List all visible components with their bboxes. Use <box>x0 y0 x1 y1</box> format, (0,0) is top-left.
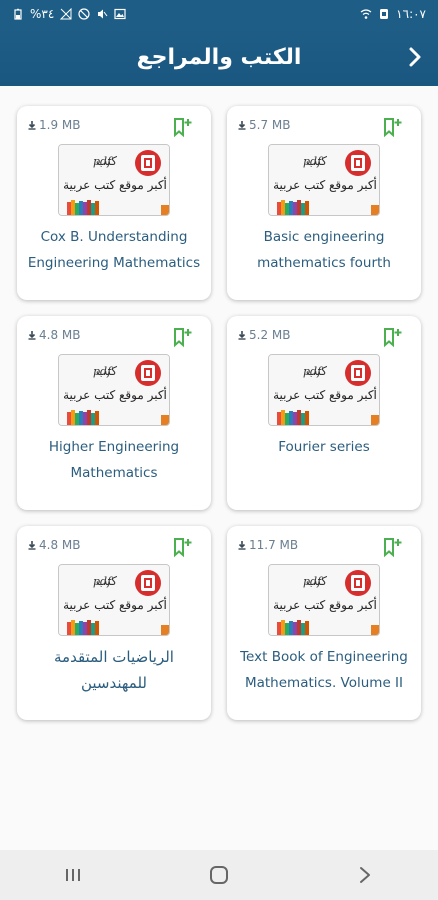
wifi-icon <box>360 9 372 19</box>
battery-percent: %٣٤ <box>30 7 55 21</box>
mute-icon <box>98 9 108 19</box>
status-bar: %٣٤ ١٦:٠٧ <box>0 0 438 28</box>
battery-icon <box>14 8 22 20</box>
download-icon <box>238 541 246 550</box>
book-card[interactable]: 4.8 MB pdf كتب أكبر موقع كتب عربية <box>17 316 211 510</box>
svg-text:أكبر موقع كتب عربية: أكبر موقع كتب عربية <box>63 387 167 402</box>
download-icon <box>28 541 36 550</box>
file-size-label: 1.9 MB <box>39 118 81 132</box>
svg-text:كتب: كتب <box>96 154 117 168</box>
file-size: 11.7 MB <box>237 538 298 552</box>
svg-text:أكبر موقع كتب عربية: أكبر موقع كتب عربية <box>273 387 377 402</box>
kutub-pdf-logo: pdf كتب أكبر موقع كتب عربية <box>269 565 379 635</box>
no-signal-icon <box>60 8 72 20</box>
status-time: ١٦:٠٧ <box>396 7 426 21</box>
home-button[interactable] <box>199 855 239 895</box>
svg-text:كتب: كتب <box>306 364 327 378</box>
book-cover: pdf كتب أكبر موقع كتب عربية <box>58 354 170 426</box>
recent-apps-button[interactable] <box>53 855 93 895</box>
page-title: الكتب والمراجع <box>136 44 302 70</box>
file-size-label: 4.8 MB <box>39 538 81 552</box>
kutub-pdf-logo: pdf كتب أكبر موقع كتب عربية <box>59 355 169 425</box>
app-bar: الكتب والمراجع <box>0 28 438 86</box>
book-card[interactable]: 4.8 MB pdf كتب أكبر موقع كتب عربية <box>17 526 211 720</box>
file-size: 4.8 MB <box>27 328 80 342</box>
download-icon <box>238 331 246 340</box>
book-title: Cox B. Understanding Engineering Mathema… <box>27 229 201 271</box>
system-nav-bar <box>0 850 438 900</box>
file-size-label: 4.8 MB <box>39 328 81 342</box>
bookmark-add-icon[interactable] <box>381 326 403 348</box>
bookmark-add-icon[interactable] <box>381 116 403 138</box>
download-icon <box>238 121 246 130</box>
svg-text:أكبر موقع كتب عربية: أكبر موقع كتب عربية <box>63 597 167 612</box>
chevron-right-icon <box>360 867 370 883</box>
book-title: Text Book of Engineering Mathematics. Vo… <box>240 649 408 691</box>
status-left: %٣٤ <box>12 7 126 21</box>
book-cover: pdf كتب أكبر موقع كتب عربية <box>268 144 380 216</box>
file-size: 4.8 MB <box>27 538 80 552</box>
svg-text:كتب: كتب <box>306 154 327 168</box>
kutub-pdf-logo: pdf كتب أكبر موقع كتب عربية <box>269 355 379 425</box>
book-title: Fourier series <box>278 439 370 455</box>
book-card[interactable]: 5.7 MB pdf كتب أكبر موقع كتب عربية Basic… <box>227 106 421 300</box>
svg-text:كتب: كتب <box>306 574 327 588</box>
svg-text:أكبر موقع كتب عربية: أكبر موقع كتب عربية <box>273 177 377 192</box>
download-icon <box>28 121 36 130</box>
book-title: الرياضيات المتقدمة للمهندسين <box>54 648 174 692</box>
books-grid: 1.9 MB pdf كتب أكبر موقع كتب عربية Cox B… <box>0 86 438 850</box>
svg-text:كتب: كتب <box>96 364 117 378</box>
image-icon <box>114 8 126 20</box>
file-size: 1.9 MB <box>27 118 80 132</box>
file-size: 5.7 MB <box>237 118 290 132</box>
home-icon <box>210 866 228 884</box>
kutub-pdf-logo: pdf كتب أكبر موقع كتب عربية <box>59 145 169 215</box>
book-card[interactable]: 1.9 MB pdf كتب أكبر موقع كتب عربية Cox B… <box>17 106 211 300</box>
file-size: 5.2 MB <box>237 328 290 342</box>
book-title: Basic engineering mathematics fourth edi… <box>257 229 391 271</box>
status-right: ١٦:٠٧ <box>360 7 426 21</box>
book-cover: pdf كتب أكبر موقع كتب عربية <box>58 564 170 636</box>
svg-text:أكبر موقع كتب عربية: أكبر موقع كتب عربية <box>273 597 377 612</box>
bookmark-add-icon[interactable] <box>171 116 193 138</box>
book-card[interactable]: 5.2 MB pdf كتب أكبر موقع كتب عربية Fouri… <box>227 316 421 510</box>
bookmark-add-icon[interactable] <box>381 536 403 558</box>
chevron-right-icon <box>409 47 421 67</box>
sim-icon <box>380 9 389 19</box>
kutub-pdf-logo: pdf كتب أكبر موقع كتب عربية <box>269 145 379 215</box>
book-cover: pdf كتب أكبر موقع كتب عربية <box>268 564 380 636</box>
svg-text:أكبر موقع كتب عربية: أكبر موقع كتب عربية <box>63 177 167 192</box>
back-button[interactable] <box>400 42 430 72</box>
book-cover: pdf كتب أكبر موقع كتب عربية <box>58 144 170 216</box>
book-title: Higher Engineering Mathematics <box>48 439 180 481</box>
download-icon <box>28 331 36 340</box>
bookmark-add-icon[interactable] <box>171 536 193 558</box>
file-size-label: 5.7 MB <box>249 118 291 132</box>
dnd-icon <box>78 8 90 20</box>
svg-text:كتب: كتب <box>96 574 117 588</box>
book-cover: pdf كتب أكبر موقع كتب عربية <box>268 354 380 426</box>
book-card[interactable]: 11.7 MB pdf كتب أكبر موقع كتب عربية Text… <box>227 526 421 720</box>
back-nav-button[interactable] <box>345 855 385 895</box>
kutub-pdf-logo: pdf كتب أكبر موقع كتب عربية <box>59 565 169 635</box>
recent-apps-icon <box>66 869 80 881</box>
file-size-label: 5.2 MB <box>249 328 291 342</box>
file-size-label: 11.7 MB <box>249 538 299 552</box>
bookmark-add-icon[interactable] <box>171 326 193 348</box>
